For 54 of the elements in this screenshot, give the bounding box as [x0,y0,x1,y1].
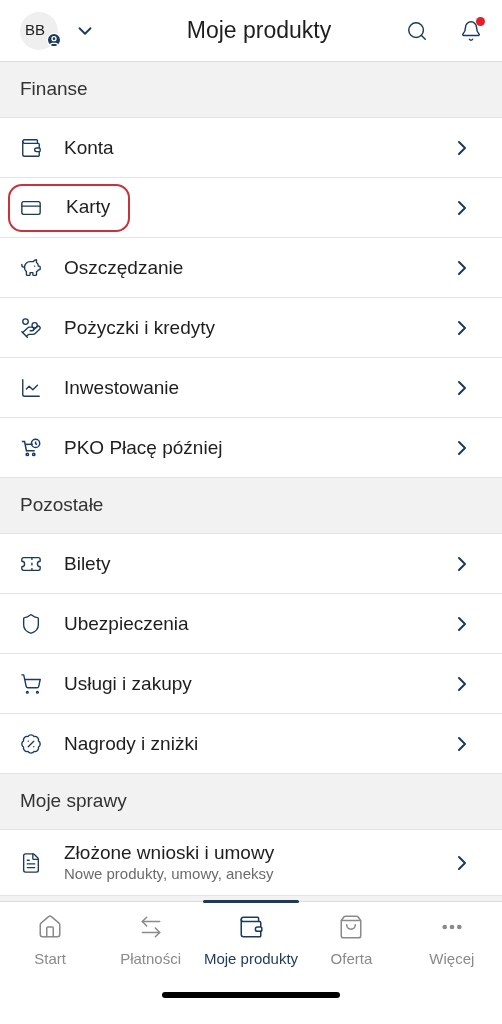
nav-tab[interactable]: Więcej [401,902,502,984]
list-item[interactable]: Nagrody i zniżki [0,714,502,774]
item-label: Bilety [64,551,112,576]
more-icon [441,924,462,930]
user-icon [46,31,62,48]
list-item[interactable]: Konta [0,118,502,178]
avatar[interactable]: BB [20,11,58,50]
list-item[interactable]: Karty [0,178,502,238]
nav-label: Moje produkty [203,949,299,969]
section-header: Pozostałe [20,493,104,518]
home-icon [37,914,64,940]
list-item[interactable]: Ubezpieczenia [0,594,502,654]
section-header: Moje sprawy [20,789,127,814]
item-label: Ubezpieczenia [64,611,190,636]
document-icon [20,851,42,874]
item-label: Pożyczki i kredyty [64,315,216,340]
nav-label: Start [34,949,67,969]
list-item[interactable]: PKO Płacę później [0,418,502,478]
avatar-initials: BB [25,20,45,41]
item-label: Usługi i zakupy [64,671,193,696]
item-label: Nagrody i zniżki [64,731,200,756]
nav-label: Oferta [330,949,373,969]
nav-tab[interactable]: Start [0,902,101,984]
list-item[interactable]: Inwestowanie [0,358,502,418]
hand-coins-icon [20,316,42,339]
nav-label: Płatności [120,949,182,969]
piggy-bank-icon [20,256,42,279]
list-item[interactable]: Pożyczki i kredyty [0,298,502,358]
section-header: Finanse [20,77,88,102]
search-icon[interactable] [406,19,428,42]
nav-tab[interactable]: Moje produkty [200,902,302,984]
nav-tab[interactable]: Płatności [100,902,201,984]
percent-badge-icon [20,732,42,755]
wallet-icon [20,136,42,159]
item-label: Oszczędzanie [64,255,185,280]
notification-bell-icon[interactable] [460,19,482,42]
list-item[interactable]: Bilety [0,534,502,594]
item-label: Inwestowanie [64,375,181,400]
nav-label: Więcej [429,949,475,969]
line-chart-icon [20,376,42,399]
item-label: Karty [66,195,111,220]
wallet-icon [238,914,264,940]
cart-icon [20,672,42,695]
item-label: PKO Płacę później [64,435,224,460]
shield-icon [20,612,42,635]
list-item[interactable]: Usługi i zakupy [0,654,502,714]
page-title: Moje produkty [185,16,333,46]
item-label: Konta [64,135,115,160]
shopping-bag-icon [338,914,365,940]
list-item[interactable]: Złożone wnioski i umowy Nowe produkty, umowy, aneksy [0,830,502,896]
list-item[interactable]: Oszczędzanie [0,238,502,298]
item-subtitle: Nowe produkty, umowy, aneksy [64,865,275,884]
cart-clock-icon [20,436,42,459]
item-label: Złożone wnioski i umowy [64,841,276,865]
